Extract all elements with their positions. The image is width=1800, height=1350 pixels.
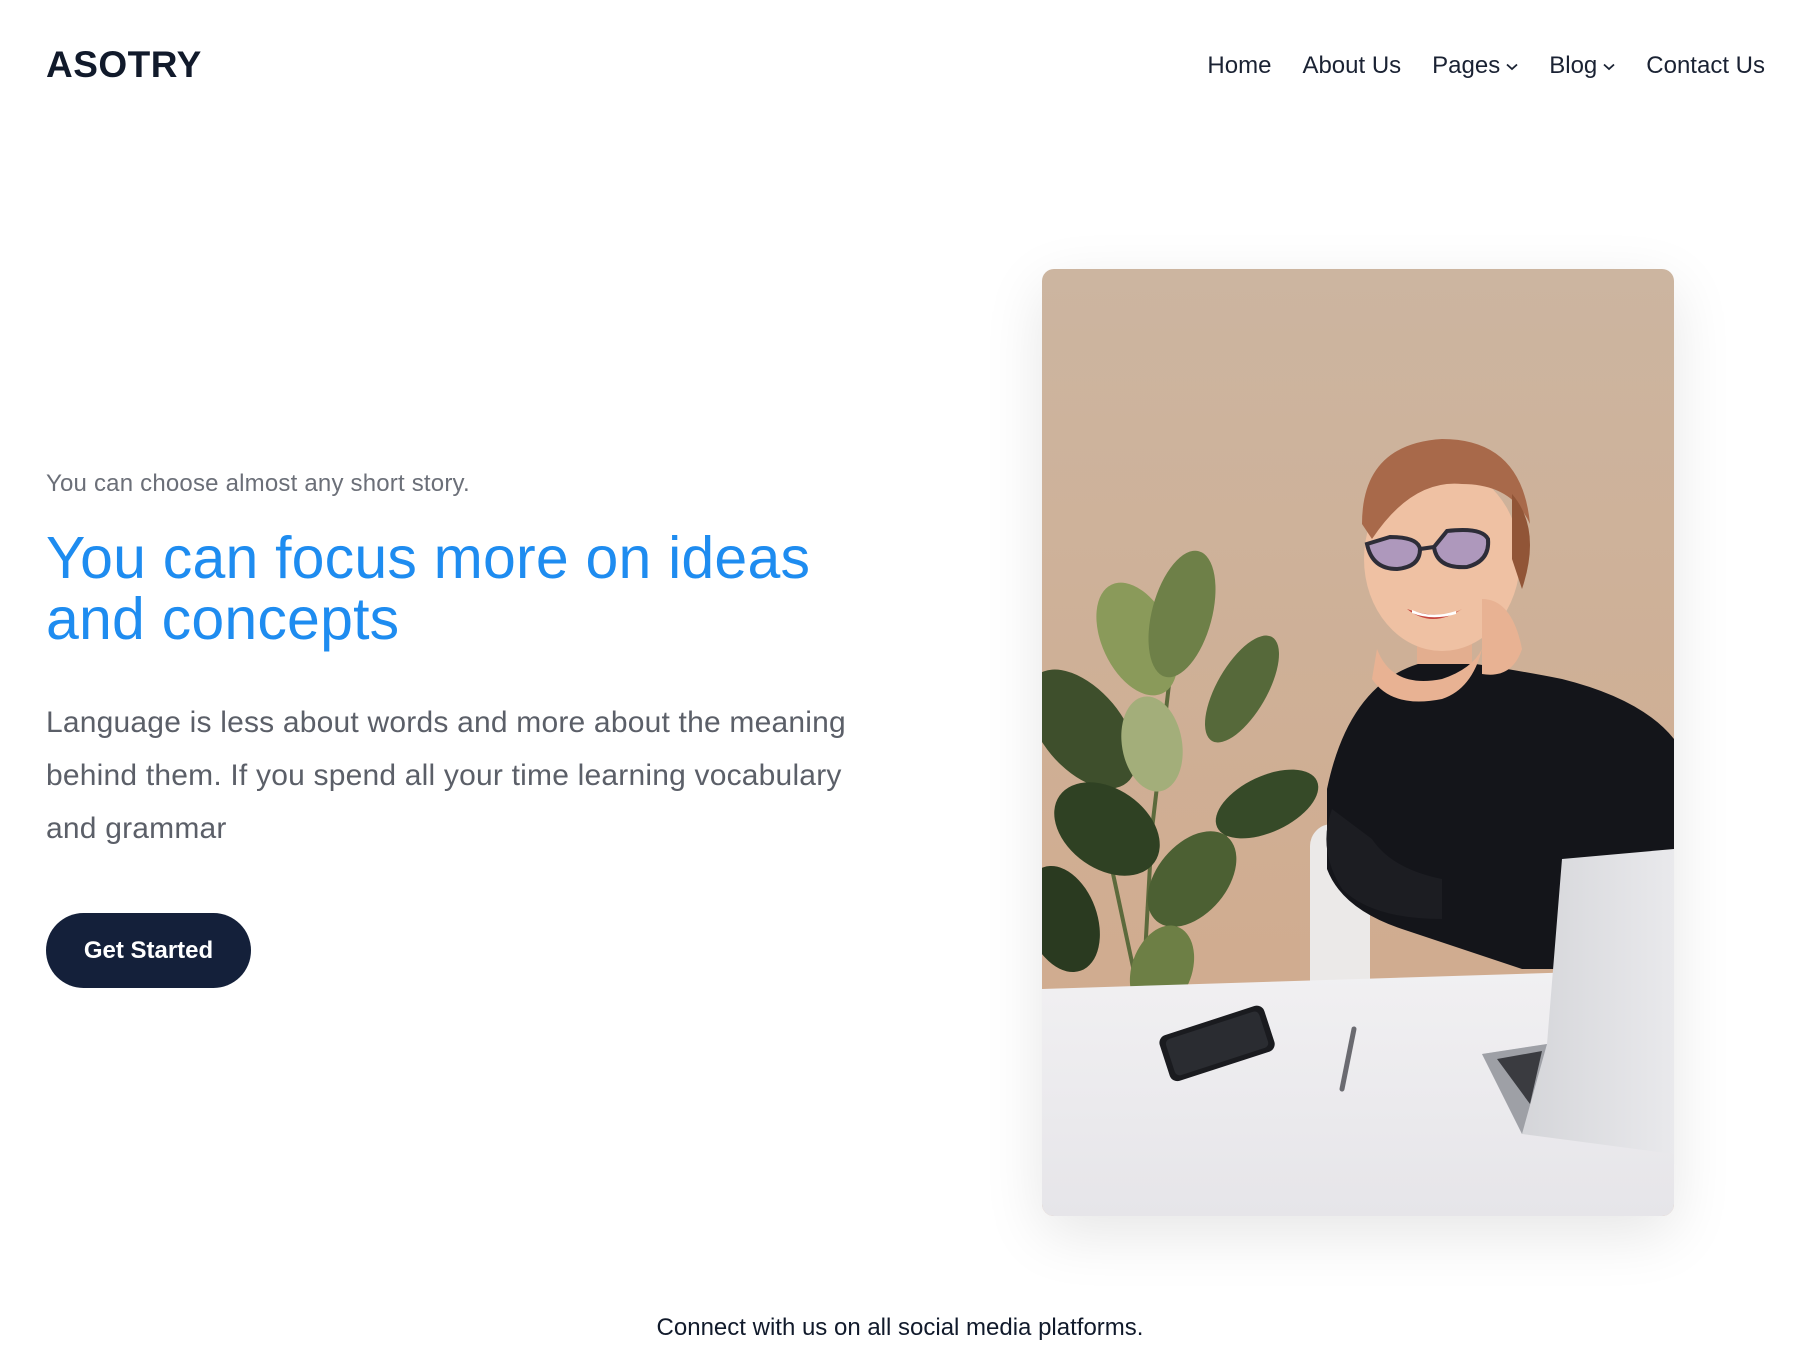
hero-headline: You can focus more on ideas and concepts: [46, 525, 811, 652]
hero-eyebrow: You can choose almost any short story.: [46, 470, 470, 497]
hero-image: [1042, 269, 1674, 1216]
nav-item-label: Contact Us: [1646, 52, 1765, 79]
nav-item-label: About Us: [1302, 52, 1402, 79]
main-nav: Home About Us Pages Blog Contact Us: [1207, 52, 1765, 80]
social-tagline: Connect with us on all social media plat…: [656, 1314, 1144, 1341]
nav-item-label: Pages: [1432, 52, 1501, 79]
chevron-down-icon: [1603, 63, 1615, 71]
nav-item-label: Blog: [1549, 52, 1598, 79]
get-started-button[interactable]: Get Started: [46, 913, 251, 988]
site-logo[interactable]: ASOTRY: [46, 44, 202, 86]
nav-item-label: Home: [1207, 52, 1272, 79]
nav-item-contact-us[interactable]: Contact Us: [1646, 52, 1765, 80]
nav-item-blog[interactable]: Blog: [1549, 52, 1615, 80]
site-header: ASOTRY Home About Us Pages Blog Contact …: [0, 0, 1800, 136]
hero-description: Language is less about words and more ab…: [46, 706, 846, 845]
nav-item-about-us[interactable]: About Us: [1302, 52, 1401, 80]
hero-text: You can choose almost any short story. Y…: [46, 470, 876, 855]
woman-at-desk-photo: [1042, 269, 1674, 1216]
nav-item-home[interactable]: Home: [1207, 52, 1271, 80]
chevron-down-icon: [1506, 63, 1518, 71]
nav-item-pages[interactable]: Pages: [1432, 52, 1518, 80]
